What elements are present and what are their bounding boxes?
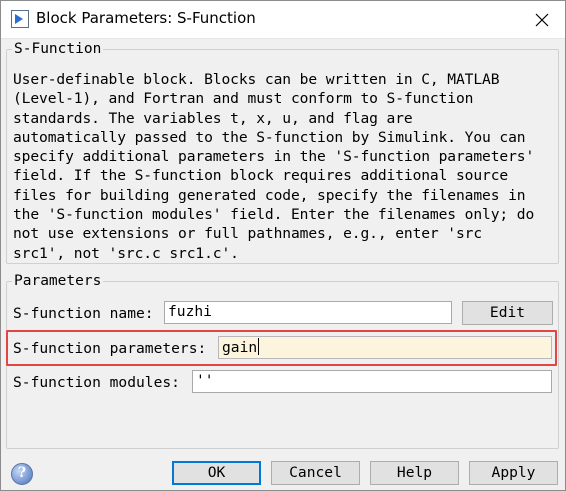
edit-button[interactable]: Edit [462,301,553,325]
ok-button[interactable]: OK [172,461,261,485]
close-button[interactable] [519,1,565,39]
sfunction-modules-label: S-function modules: [13,374,180,391]
sfunction-name-field[interactable]: fuzhi [164,301,452,324]
sfunction-modules-field[interactable]: '' [192,370,552,393]
sfunction-description: User-definable block. Blocks can be writ… [13,71,535,262]
block-parameters-dialog: Block Parameters: S-Function S-Function … [0,0,566,491]
sfunction-name-label: S-function name: [13,305,154,322]
text-caret [258,338,260,355]
sfunction-parameters-label: S-function parameters: [13,340,207,357]
dialog-body: S-Function User-definable block. Blocks … [1,39,565,490]
window-title: Block Parameters: S-Function [36,9,256,27]
cancel-button[interactable]: Cancel [271,461,360,485]
apply-button[interactable]: Apply [469,461,558,485]
help-icon[interactable]: ? [11,463,33,485]
sfunction-group-title: S-Function [12,41,104,57]
sfunction-parameters-field[interactable]: gain [218,336,552,359]
title-bar: Block Parameters: S-Function [1,1,565,39]
parameters-group-title: Parameters [12,273,104,289]
sfunction-parameters-value: gain [222,339,258,356]
close-icon [535,13,549,27]
simulink-block-icon [11,10,29,28]
help-button[interactable]: Help [370,461,459,485]
